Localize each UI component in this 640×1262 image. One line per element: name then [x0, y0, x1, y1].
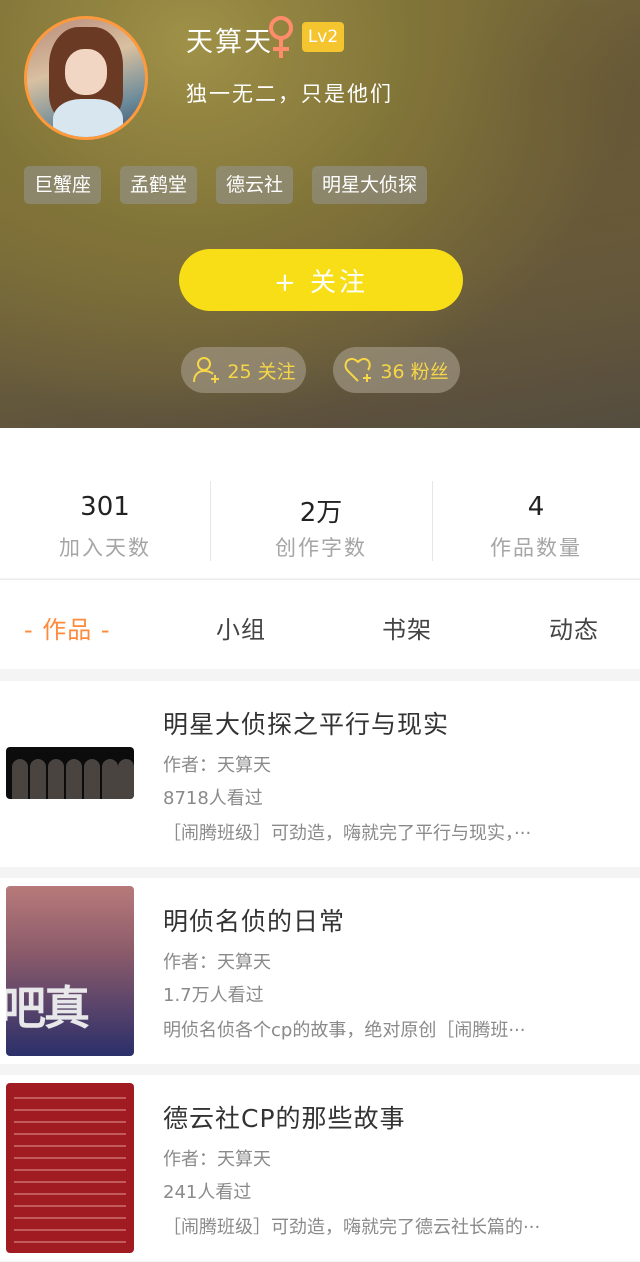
work-item[interactable]: 德云社CP的那些故事 作者：天算天 241人看过 ［闹腾班级］可劲造，嗨就完了德… — [0, 1075, 640, 1261]
work-description: ［闹腾班级］可劲造，嗨就完了平行与现实，··· — [163, 823, 532, 844]
fans-button[interactable]: 36 粉丝 — [333, 347, 460, 393]
tag-item[interactable]: 明星大侦探 — [312, 166, 428, 204]
follow-button[interactable]: + 关注 — [179, 249, 463, 311]
work-views: 8718人看过 — [163, 788, 263, 809]
cover-text: 吧真 — [6, 981, 90, 1035]
fans-count: 36 粉丝 — [380, 360, 449, 383]
tag-item[interactable]: 巨蟹座 — [24, 166, 102, 204]
work-description: 明侦名侦各个cp的故事，绝对原创［闹腾班··· — [163, 1020, 526, 1041]
work-title: 明侦名侦的日常 — [163, 907, 346, 936]
tab-groups[interactable]: 小组 — [216, 610, 266, 645]
work-author: 作者：天算天 — [163, 1149, 271, 1170]
tab-bookshelf[interactable]: 书架 — [382, 610, 432, 645]
stat-value: 301 — [80, 492, 130, 522]
work-cover: 吧真 — [6, 886, 134, 1056]
following-count: 25 关注 — [227, 360, 296, 383]
stat-works-count: 4 作品数量 — [432, 428, 640, 578]
bio: 独一无二，只是他们 — [186, 82, 393, 106]
stats-bar: 301 加入天数 2万 创作字数 4 作品数量 — [0, 428, 640, 578]
stat-label: 创作字数 — [275, 536, 367, 560]
work-author: 作者：天算天 — [163, 755, 271, 776]
tag-item[interactable]: 德云社 — [216, 166, 294, 204]
work-description: ［闹腾班级］可劲造，嗨就完了德云社长篇的··· — [163, 1217, 541, 1238]
stat-label: 加入天数 — [59, 536, 151, 560]
work-cover — [6, 747, 134, 799]
female-icon — [269, 16, 293, 58]
stat-join-days: 301 加入天数 — [0, 428, 210, 578]
work-title: 明星大侦探之平行与现实 — [163, 710, 450, 739]
tab-activity[interactable]: 动态 — [549, 610, 599, 645]
tag-item[interactable]: 孟鹤堂 — [120, 166, 198, 204]
stat-word-count: 2万 创作字数 — [210, 428, 432, 578]
work-cover — [6, 1083, 134, 1253]
username: 天算天 — [186, 27, 273, 58]
work-views: 1.7万人看过 — [163, 985, 264, 1006]
tag-list: 巨蟹座 孟鹤堂 德云社 明星大侦探 — [24, 166, 428, 204]
work-item[interactable]: 明星大侦探之平行与现实 作者：天算天 8718人看过 ［闹腾班级］可劲造，嗨就完… — [0, 681, 640, 867]
work-views: 241人看过 — [163, 1182, 252, 1203]
work-item[interactable]: 吧真 明侦名侦的日常 作者：天算天 1.7万人看过 明侦名侦各个cp的故事，绝对… — [0, 878, 640, 1064]
works-list: 明星大侦探之平行与现实 作者：天算天 8718人看过 ［闹腾班级］可劲造，嗨就完… — [0, 681, 640, 1262]
tab-bar: - 作品 - 小组 书架 动态 — [0, 579, 640, 669]
tab-works[interactable]: - 作品 - — [24, 610, 111, 645]
heart-add-icon — [345, 357, 372, 382]
level-badge: Lv2 — [302, 22, 344, 52]
following-button[interactable]: 25 关注 — [181, 347, 306, 393]
stat-label: 作品数量 — [490, 536, 582, 560]
stat-value: 4 — [527, 492, 545, 522]
work-author: 作者：天算天 — [163, 952, 271, 973]
work-title: 德云社CP的那些故事 — [163, 1104, 406, 1133]
user-add-icon — [193, 357, 220, 383]
stat-value: 2万 — [299, 498, 343, 528]
avatar[interactable] — [24, 16, 148, 140]
profile-header: 天算天 Lv2 独一无二，只是他们 巨蟹座 孟鹤堂 德云社 明星大侦探 + 关注… — [0, 0, 640, 428]
